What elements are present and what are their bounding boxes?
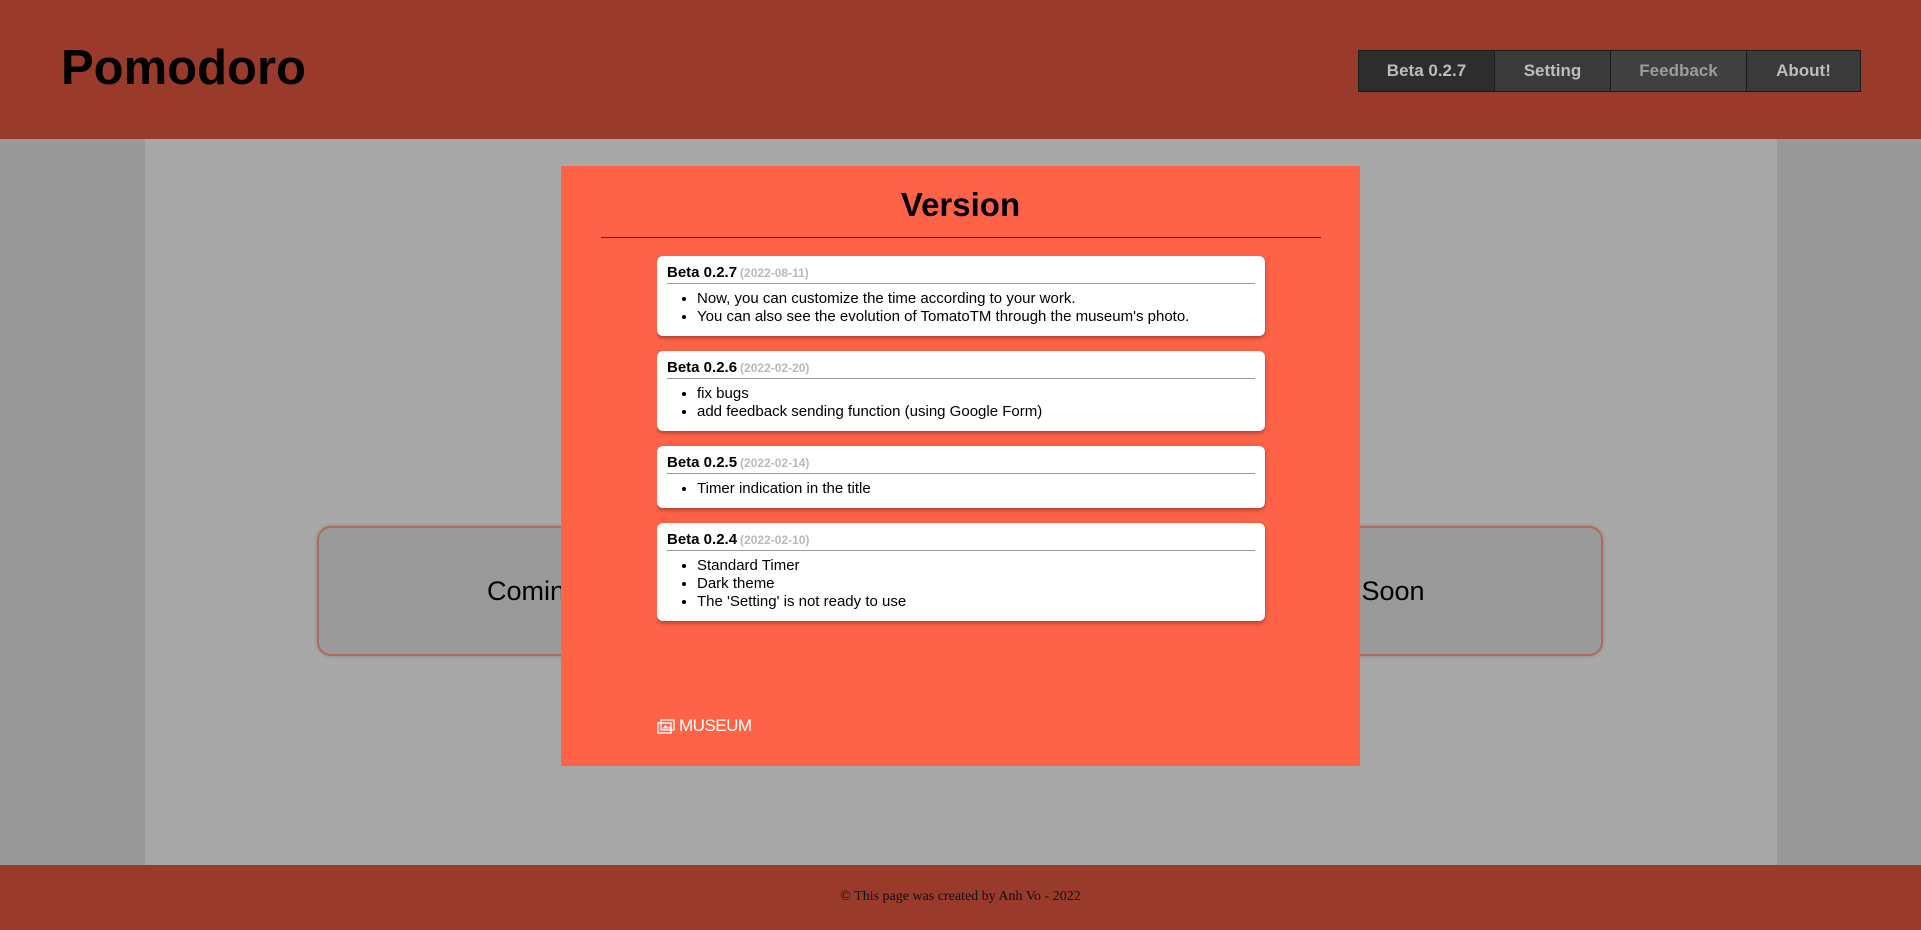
- version-card: Beta 0.2.4(2022-02-10) Standard Timer Da…: [657, 523, 1265, 621]
- footer: © This page was created by Anh Vo - 2022: [0, 865, 1921, 930]
- version-name: Beta 0.2.4: [667, 531, 738, 548]
- version-card: Beta 0.2.6(2022-02-20) fix bugs add feed…: [657, 351, 1265, 431]
- version-name: Beta 0.2.7: [667, 264, 738, 281]
- version-date: (2022-02-10): [740, 533, 810, 547]
- version-date: (2022-02-14): [740, 456, 810, 470]
- top-nav: Beta 0.2.7 Setting Feedback About!: [1358, 50, 1861, 92]
- version-note: fix bugs: [697, 385, 1255, 403]
- version-note: Dark theme: [697, 575, 1255, 593]
- version-name: Beta 0.2.6: [667, 359, 738, 376]
- version-card: Beta 0.2.7(2022-08-11) Now, you can cust…: [657, 256, 1265, 336]
- nav-version-button[interactable]: Beta 0.2.7: [1359, 51, 1495, 91]
- version-note: The 'Setting' is not ready to use: [697, 593, 1255, 611]
- nav-about-button[interactable]: About!: [1747, 51, 1860, 91]
- version-note: add feedback sending function (using Goo…: [697, 403, 1255, 421]
- modal-divider: [601, 237, 1321, 238]
- museum-link[interactable]: MUSEUM: [657, 716, 752, 736]
- coming-soon-left-text: Comin: [487, 576, 566, 606]
- nav-feedback-button[interactable]: Feedback: [1611, 51, 1747, 91]
- version-date: (2022-08-11): [740, 266, 809, 280]
- version-list[interactable]: Beta 0.2.7(2022-08-11) Now, you can cust…: [657, 256, 1277, 666]
- version-name: Beta 0.2.5: [667, 454, 738, 471]
- photo-gallery-icon: [657, 718, 675, 734]
- app-title: Pomodoro: [61, 41, 306, 95]
- museum-label: MUSEUM: [679, 716, 752, 735]
- version-card: Beta 0.2.5(2022-02-14) Timer indication …: [657, 446, 1265, 508]
- version-note: Now, you can customize the time accordin…: [697, 290, 1255, 308]
- version-note: Standard Timer: [697, 557, 1255, 575]
- version-note: Timer indication in the title: [697, 480, 1255, 498]
- footer-text: This page was created by Anh Vo - 2022: [854, 889, 1081, 904]
- nav-setting-button[interactable]: Setting: [1495, 51, 1611, 91]
- copyright-icon: ©: [840, 889, 851, 904]
- version-note: You can also see the evolution of Tomato…: [697, 308, 1255, 326]
- version-date: (2022-02-20): [740, 361, 810, 375]
- footer-credit: © This page was created by Anh Vo - 2022: [0, 889, 1921, 905]
- header: Pomodoro Beta 0.2.7 Setting Feedback Abo…: [0, 0, 1921, 139]
- modal-title: Version: [900, 186, 1021, 223]
- version-modal: Version Beta 0.2.7(2022-08-11) Now, you …: [561, 166, 1360, 766]
